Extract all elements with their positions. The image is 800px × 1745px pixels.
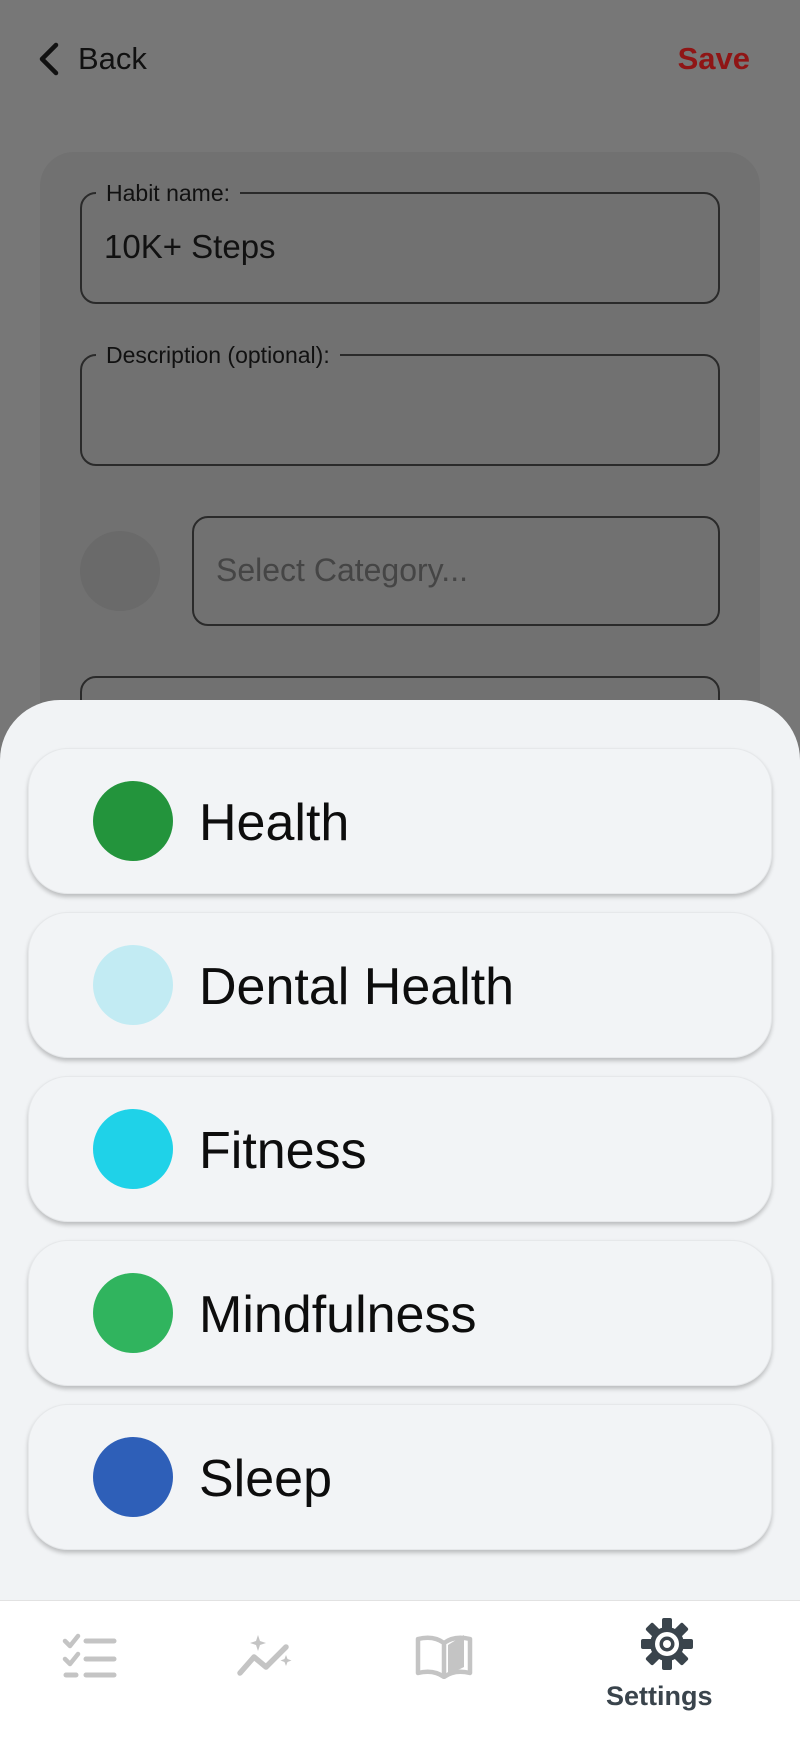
chevron-left-icon	[39, 42, 59, 76]
category-color-dot	[93, 1437, 173, 1517]
category-select[interactable]: Select Category...	[192, 516, 720, 626]
category-picker-sheet: Health Dental Health Fitness Mindfulness…	[0, 700, 800, 1600]
category-color-swatch	[80, 531, 160, 611]
tab-progress[interactable]	[222, 1601, 312, 1745]
category-label: Mindfulness	[199, 1286, 477, 1344]
category-option-fitness[interactable]: Fitness	[28, 1076, 772, 1222]
description-field[interactable]: Description (optional):	[80, 342, 720, 466]
tab-journal[interactable]	[400, 1601, 490, 1745]
checklist-icon	[62, 1633, 117, 1678]
description-label: Description (optional):	[96, 342, 340, 368]
book-icon	[415, 1635, 473, 1679]
category-label: Fitness	[199, 1122, 367, 1180]
tab-settings-label: Settings	[606, 1681, 713, 1711]
back-button[interactable]: Back	[36, 36, 147, 82]
category-label: Dental Health	[199, 958, 515, 1016]
category-placeholder: Select Category...	[216, 552, 468, 588]
category-option-dental-health[interactable]: Dental Health	[28, 912, 772, 1058]
category-option-sleep[interactable]: Sleep	[28, 1404, 772, 1550]
habit-name-field[interactable]: Habit name: 10K+ Steps	[80, 180, 720, 304]
save-button[interactable]: Save	[678, 36, 750, 82]
category-color-dot	[93, 945, 173, 1025]
back-label: Back	[78, 41, 147, 76]
habit-name-label: Habit name:	[96, 180, 241, 206]
category-option-health[interactable]: Health	[28, 748, 772, 894]
bottom-tab-bar: Settings	[0, 1600, 800, 1745]
habit-name-value: 10K+ Steps	[104, 228, 276, 265]
category-color-dot	[93, 781, 173, 861]
tab-settings[interactable]: Settings	[590, 1601, 750, 1745]
trend-sparkle-icon	[237, 1635, 292, 1676]
category-color-dot	[93, 1273, 173, 1353]
tab-habits[interactable]	[44, 1601, 134, 1745]
category-color-dot	[93, 1109, 173, 1189]
category-label: Sleep	[199, 1450, 332, 1508]
category-option-mindfulness[interactable]: Mindfulness	[28, 1240, 772, 1386]
gear-icon	[641, 1618, 693, 1670]
category-label: Health	[199, 794, 350, 852]
top-bar: Back Save	[0, 0, 800, 120]
